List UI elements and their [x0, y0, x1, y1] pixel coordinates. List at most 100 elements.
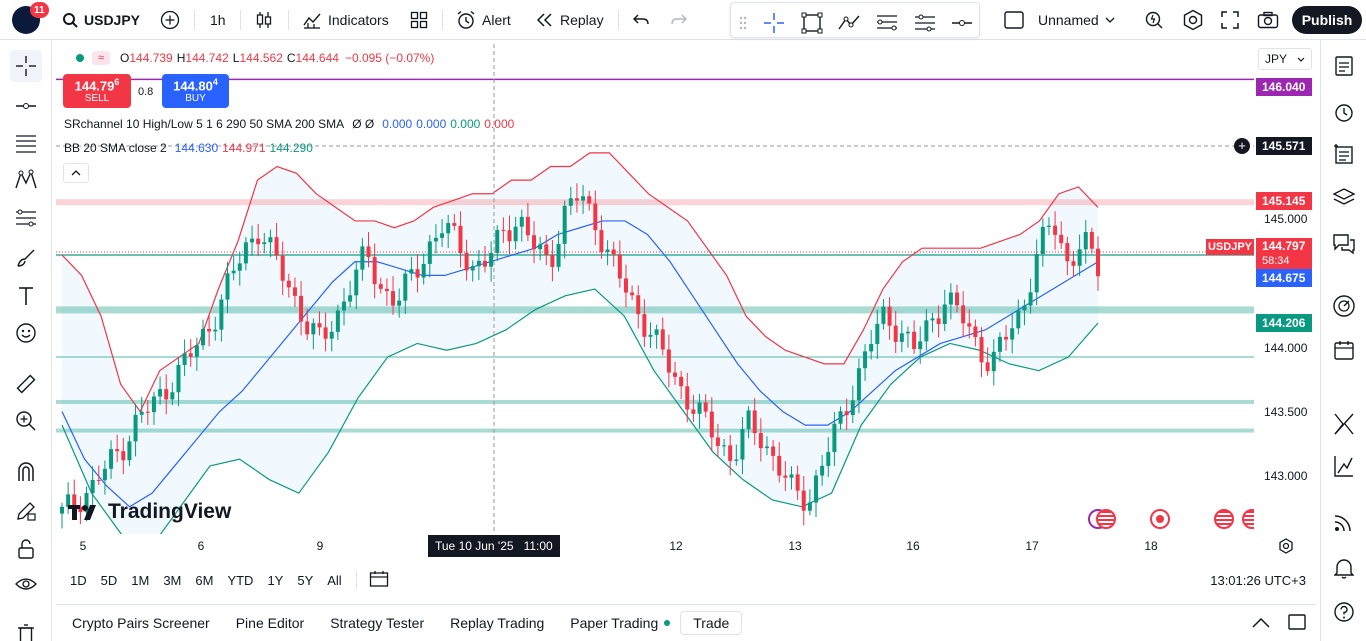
top-toolbar: 11 USDJPY 1h Indicators Alert Replay Unn… — [0, 0, 1366, 40]
crosshair-tool[interactable] — [10, 50, 42, 82]
us-flag-event-icon[interactable] — [1096, 509, 1116, 529]
quick-search-button[interactable] — [1144, 0, 1164, 40]
axis-settings-button[interactable] — [1278, 538, 1294, 557]
price-axis[interactable]: JPY 146.040 145.571 + 145.145 145.000 US… — [1206, 44, 1316, 534]
collapse-panel-button[interactable] — [1252, 615, 1270, 631]
candle-body — [1071, 261, 1076, 266]
us-flag-event-icon[interactable] — [1214, 509, 1234, 529]
path-icon — [838, 15, 860, 30]
srchannel-value-4: 0.000 — [484, 117, 515, 131]
alerts-button[interactable] — [1328, 96, 1360, 128]
trade-button[interactable]: Trade — [680, 611, 743, 635]
smiley-icon — [16, 323, 36, 343]
path-tool-button[interactable] — [837, 3, 861, 43]
tab-strategy-tester[interactable]: Strategy Tester — [330, 615, 424, 631]
add-alert-button[interactable]: + — [1234, 138, 1250, 154]
tab-replay-trading[interactable]: Replay Trading — [450, 615, 544, 631]
streams-button[interactable] — [1328, 506, 1360, 538]
range-1d-button[interactable]: 1D — [70, 573, 87, 588]
tradingview-logo-icon — [68, 505, 96, 520]
range-5d-button[interactable]: 5D — [101, 573, 118, 588]
range-1y-button[interactable]: 1Y — [267, 573, 283, 588]
tab-crypto-pairs-screener[interactable]: Crypto Pairs Screener — [72, 615, 210, 631]
magnet-tool[interactable] — [10, 456, 42, 488]
watchlist-button[interactable] — [1328, 50, 1360, 82]
zoom-tool[interactable] — [10, 405, 42, 437]
tab-paper-trading[interactable]: Paper Trading — [570, 615, 671, 631]
text-tool[interactable] — [10, 280, 42, 312]
grid-icon — [410, 11, 428, 29]
candle-body — [912, 331, 917, 350]
chart-type-button[interactable] — [255, 0, 273, 40]
candle-body — [452, 223, 457, 226]
range-5y-button[interactable]: 5Y — [297, 573, 313, 588]
branch-icon — [1334, 413, 1354, 435]
range-1m-button[interactable]: 1M — [131, 573, 149, 588]
pattern-tool[interactable] — [10, 164, 42, 196]
pine-screener-button[interactable] — [1328, 408, 1360, 440]
redo-button[interactable] — [670, 0, 688, 40]
horizontal-line-tool-button[interactable] — [951, 3, 973, 43]
settings-button[interactable] — [1182, 0, 1204, 40]
bb-legend[interactable]: BB 20 SMA close 2 144.630 144.971 144.29… — [64, 141, 313, 155]
go-to-date-button[interactable] — [369, 570, 389, 591]
chevron-up-icon — [1252, 617, 1270, 628]
templates-button[interactable] — [410, 0, 428, 40]
range-ytd-button[interactable]: YTD — [227, 573, 253, 588]
forecasting-tool[interactable] — [10, 202, 42, 234]
tab-pine-editor[interactable]: Pine Editor — [236, 615, 304, 631]
calendar-button[interactable] — [1328, 334, 1360, 366]
maximize-panel-button[interactable] — [1288, 613, 1306, 633]
object-tree-button[interactable] — [1328, 182, 1360, 214]
fib-tool[interactable] — [10, 128, 42, 160]
fib-tool-button[interactable] — [875, 3, 899, 43]
range-3m-button[interactable]: 3M — [163, 573, 181, 588]
technicals-button[interactable] — [1328, 290, 1360, 322]
range-6m-button[interactable]: 6M — [195, 573, 213, 588]
layout-menu-button[interactable]: Unnamed — [1004, 0, 1115, 40]
dividend-event-icon[interactable] — [1150, 509, 1170, 529]
help-button[interactable] — [1328, 596, 1360, 628]
hide-drawings-tool[interactable] — [10, 568, 42, 600]
buy-button[interactable]: 144.804 BUY — [162, 74, 229, 108]
symbol-search-button[interactable]: USDJPY — [62, 0, 140, 40]
ideas-stream-button[interactable] — [1328, 450, 1360, 482]
chats-button[interactable] — [1328, 228, 1360, 260]
interval-button[interactable]: 1h — [210, 0, 226, 40]
high-label: H — [176, 51, 186, 65]
time-axis[interactable]: 5 6 9 12 13 16 17 18 Tue 10 Jun '25 11:0… — [56, 534, 1293, 558]
indicators-button[interactable]: Indicators — [302, 0, 389, 40]
currency-selector[interactable]: JPY — [1258, 48, 1312, 70]
srchannel-legend[interactable]: SRchannel 10 High/Low 5 1 6 290 50 SMA 2… — [64, 117, 514, 131]
notifications-button[interactable] — [1328, 552, 1360, 584]
candle-body — [194, 345, 199, 357]
rectangle-tool-button[interactable] — [801, 3, 823, 43]
brush-tool[interactable] — [10, 242, 42, 274]
drag-handle[interactable] — [739, 3, 747, 43]
sell-button[interactable]: 144.796 SELL — [63, 74, 131, 108]
remove-drawings-tool[interactable] — [10, 618, 42, 641]
alert-button[interactable]: Alert — [456, 0, 511, 40]
crosshair-price-label: 145.571 — [1256, 137, 1312, 155]
replay-button[interactable]: Replay — [536, 0, 604, 40]
candle-body — [948, 292, 953, 305]
candle-body — [758, 433, 763, 449]
measure-tool[interactable] — [10, 368, 42, 400]
candle-body — [1077, 249, 1082, 266]
utc-clock[interactable]: 13:01:26 UTC+3 — [1210, 573, 1306, 588]
snapshot-button[interactable] — [1257, 0, 1279, 40]
undo-button[interactable] — [632, 0, 650, 40]
news-button[interactable] — [1328, 138, 1360, 170]
range-all-button[interactable]: All — [327, 573, 341, 588]
publish-button[interactable]: Publish — [1292, 6, 1362, 34]
compare-symbol-button[interactable] — [160, 0, 180, 40]
stay-in-drawing-mode-tool[interactable] — [10, 495, 42, 527]
candle-body — [918, 341, 923, 350]
pitchfork-tool-button[interactable] — [913, 3, 937, 43]
collapse-legend-button[interactable] — [63, 163, 89, 183]
lock-drawings-tool[interactable] — [10, 533, 42, 565]
crosshair-tool-button[interactable] — [763, 3, 785, 43]
icon-tool[interactable] — [10, 317, 42, 349]
trend-line-tool[interactable] — [10, 90, 42, 122]
fullscreen-button[interactable] — [1220, 0, 1240, 40]
